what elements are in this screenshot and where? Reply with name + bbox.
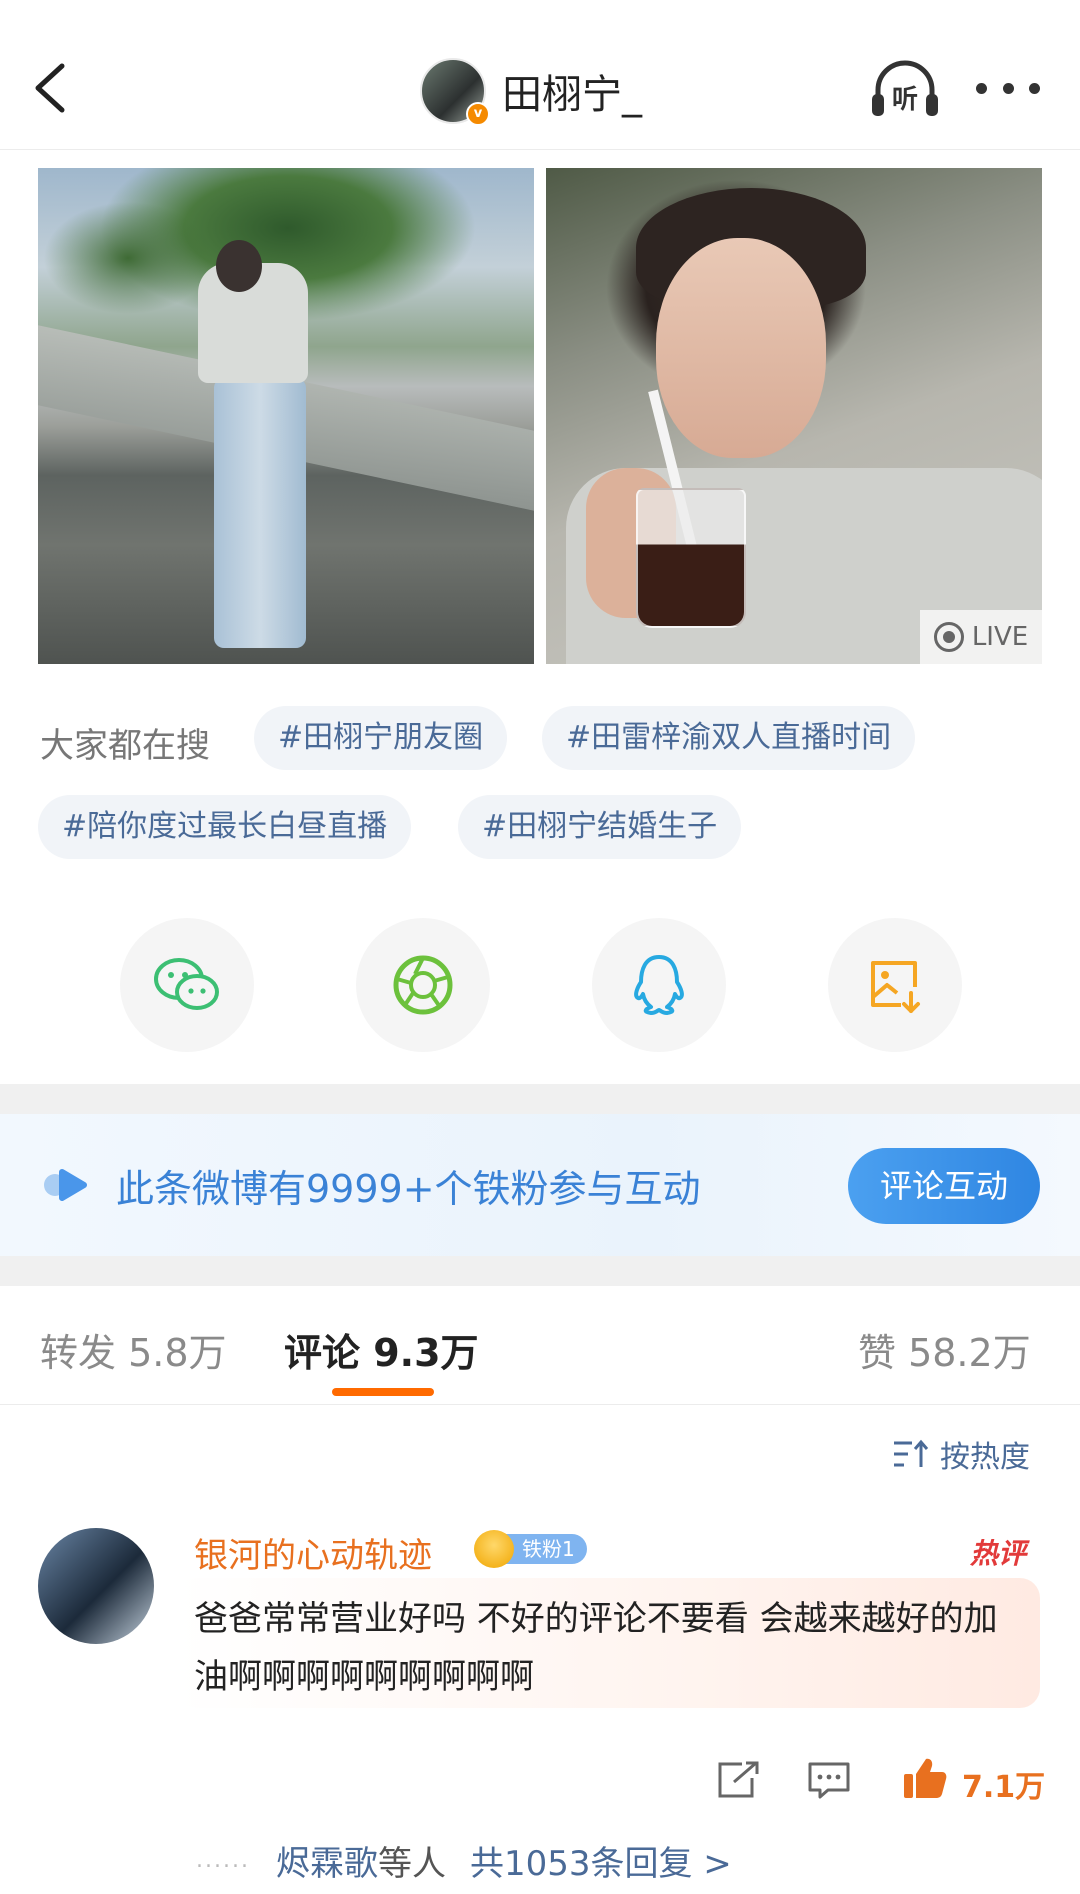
listen-button[interactable]: 听 (868, 56, 942, 122)
share-icon[interactable] (716, 1760, 762, 1800)
commenter-name[interactable]: 银河的心动轨迹 (194, 1528, 432, 1577)
share-qq-button[interactable] (592, 918, 726, 1052)
like-icon[interactable] (902, 1756, 948, 1800)
sort-icon (894, 1439, 929, 1467)
more-options-icon[interactable] (976, 76, 1040, 100)
crown-icon (474, 1530, 514, 1568)
listen-label: 听 (892, 85, 918, 115)
tabs-divider (0, 1404, 1080, 1405)
fans-banner-text: 此条微博有9999+个铁粉参与互动 (116, 1167, 701, 1211)
moments-icon (393, 955, 453, 1015)
like-count: 7.1万 (962, 1770, 1046, 1805)
live-icon (933, 622, 964, 652)
reply-dots: ...... (196, 1848, 250, 1873)
fan-level-badge[interactable]: 铁粉1 (474, 1530, 587, 1568)
author-name[interactable]: 田栩宁_ (502, 62, 642, 120)
back-icon[interactable] (28, 58, 78, 118)
section-divider (0, 1084, 1080, 1114)
save-image-button[interactable] (828, 918, 962, 1052)
search-tag[interactable]: #田栩宁朋友圈 (254, 706, 508, 770)
live-label: LIVE (971, 622, 1029, 652)
sort-label: 按热度 (940, 1440, 1030, 1475)
fans-interaction-banner: 此条微博有9999+个铁粉参与互动 评论互动 (0, 1114, 1080, 1256)
fans-icon (44, 1169, 87, 1201)
fan-level-label: 铁粉1 (506, 1534, 587, 1564)
reply-total-count[interactable]: 共1053条回复 > (470, 1836, 732, 1885)
active-tab-indicator (332, 1388, 434, 1396)
reply-others-label: 等人 (377, 1844, 446, 1884)
section-divider (0, 1256, 1080, 1286)
hot-comment-badge: 热评 (970, 1537, 1027, 1570)
search-tag[interactable]: #田栩宁结婚生子 (458, 795, 742, 859)
search-tag[interactable]: #田雷梓渝双人直播时间 (542, 706, 916, 770)
share-moments-button[interactable] (356, 918, 490, 1052)
comment-text[interactable]: 爸爸常常营业好吗 不好的评论不要看 会越来越好的加油啊啊啊啊啊啊啊啊啊 (194, 1590, 1014, 1706)
search-tag[interactable]: #陪你度过最长白昼直播 (38, 795, 412, 859)
view-replies-link[interactable]: ...... 烬霖歌 等人 共1053条回复 > (196, 1836, 732, 1885)
share-wechat-button[interactable] (120, 918, 254, 1052)
trending-search-label: 大家都在搜 (40, 726, 210, 766)
reply-user-name[interactable]: 烬霖歌 (276, 1836, 378, 1885)
top-bar: v 田栩宁_ 听 (0, 0, 1080, 150)
verified-badge-icon: v (466, 102, 490, 126)
save-image-icon (871, 961, 920, 1013)
live-photo-badge[interactable]: LIVE (920, 610, 1042, 664)
author-avatar[interactable]: v (420, 58, 490, 126)
tab-like[interactable]: 赞 58.2万 (858, 1322, 1031, 1377)
commenter-avatar[interactable] (38, 1528, 154, 1644)
qq-icon (634, 955, 684, 1015)
wechat-icon (154, 958, 219, 1010)
tab-comment[interactable]: 评论 9.3万 (284, 1322, 479, 1377)
post-image-2[interactable]: LIVE (546, 168, 1042, 664)
post-author[interactable]: v 田栩宁_ (420, 56, 642, 126)
tab-repost[interactable]: 转发 5.8万 (40, 1322, 227, 1377)
post-image-1[interactable] (38, 168, 534, 664)
sort-by-hot-button[interactable]: 按热度 (892, 1432, 1030, 1476)
reply-icon[interactable] (806, 1760, 852, 1800)
comment-interact-button[interactable]: 评论互动 (848, 1148, 1040, 1224)
